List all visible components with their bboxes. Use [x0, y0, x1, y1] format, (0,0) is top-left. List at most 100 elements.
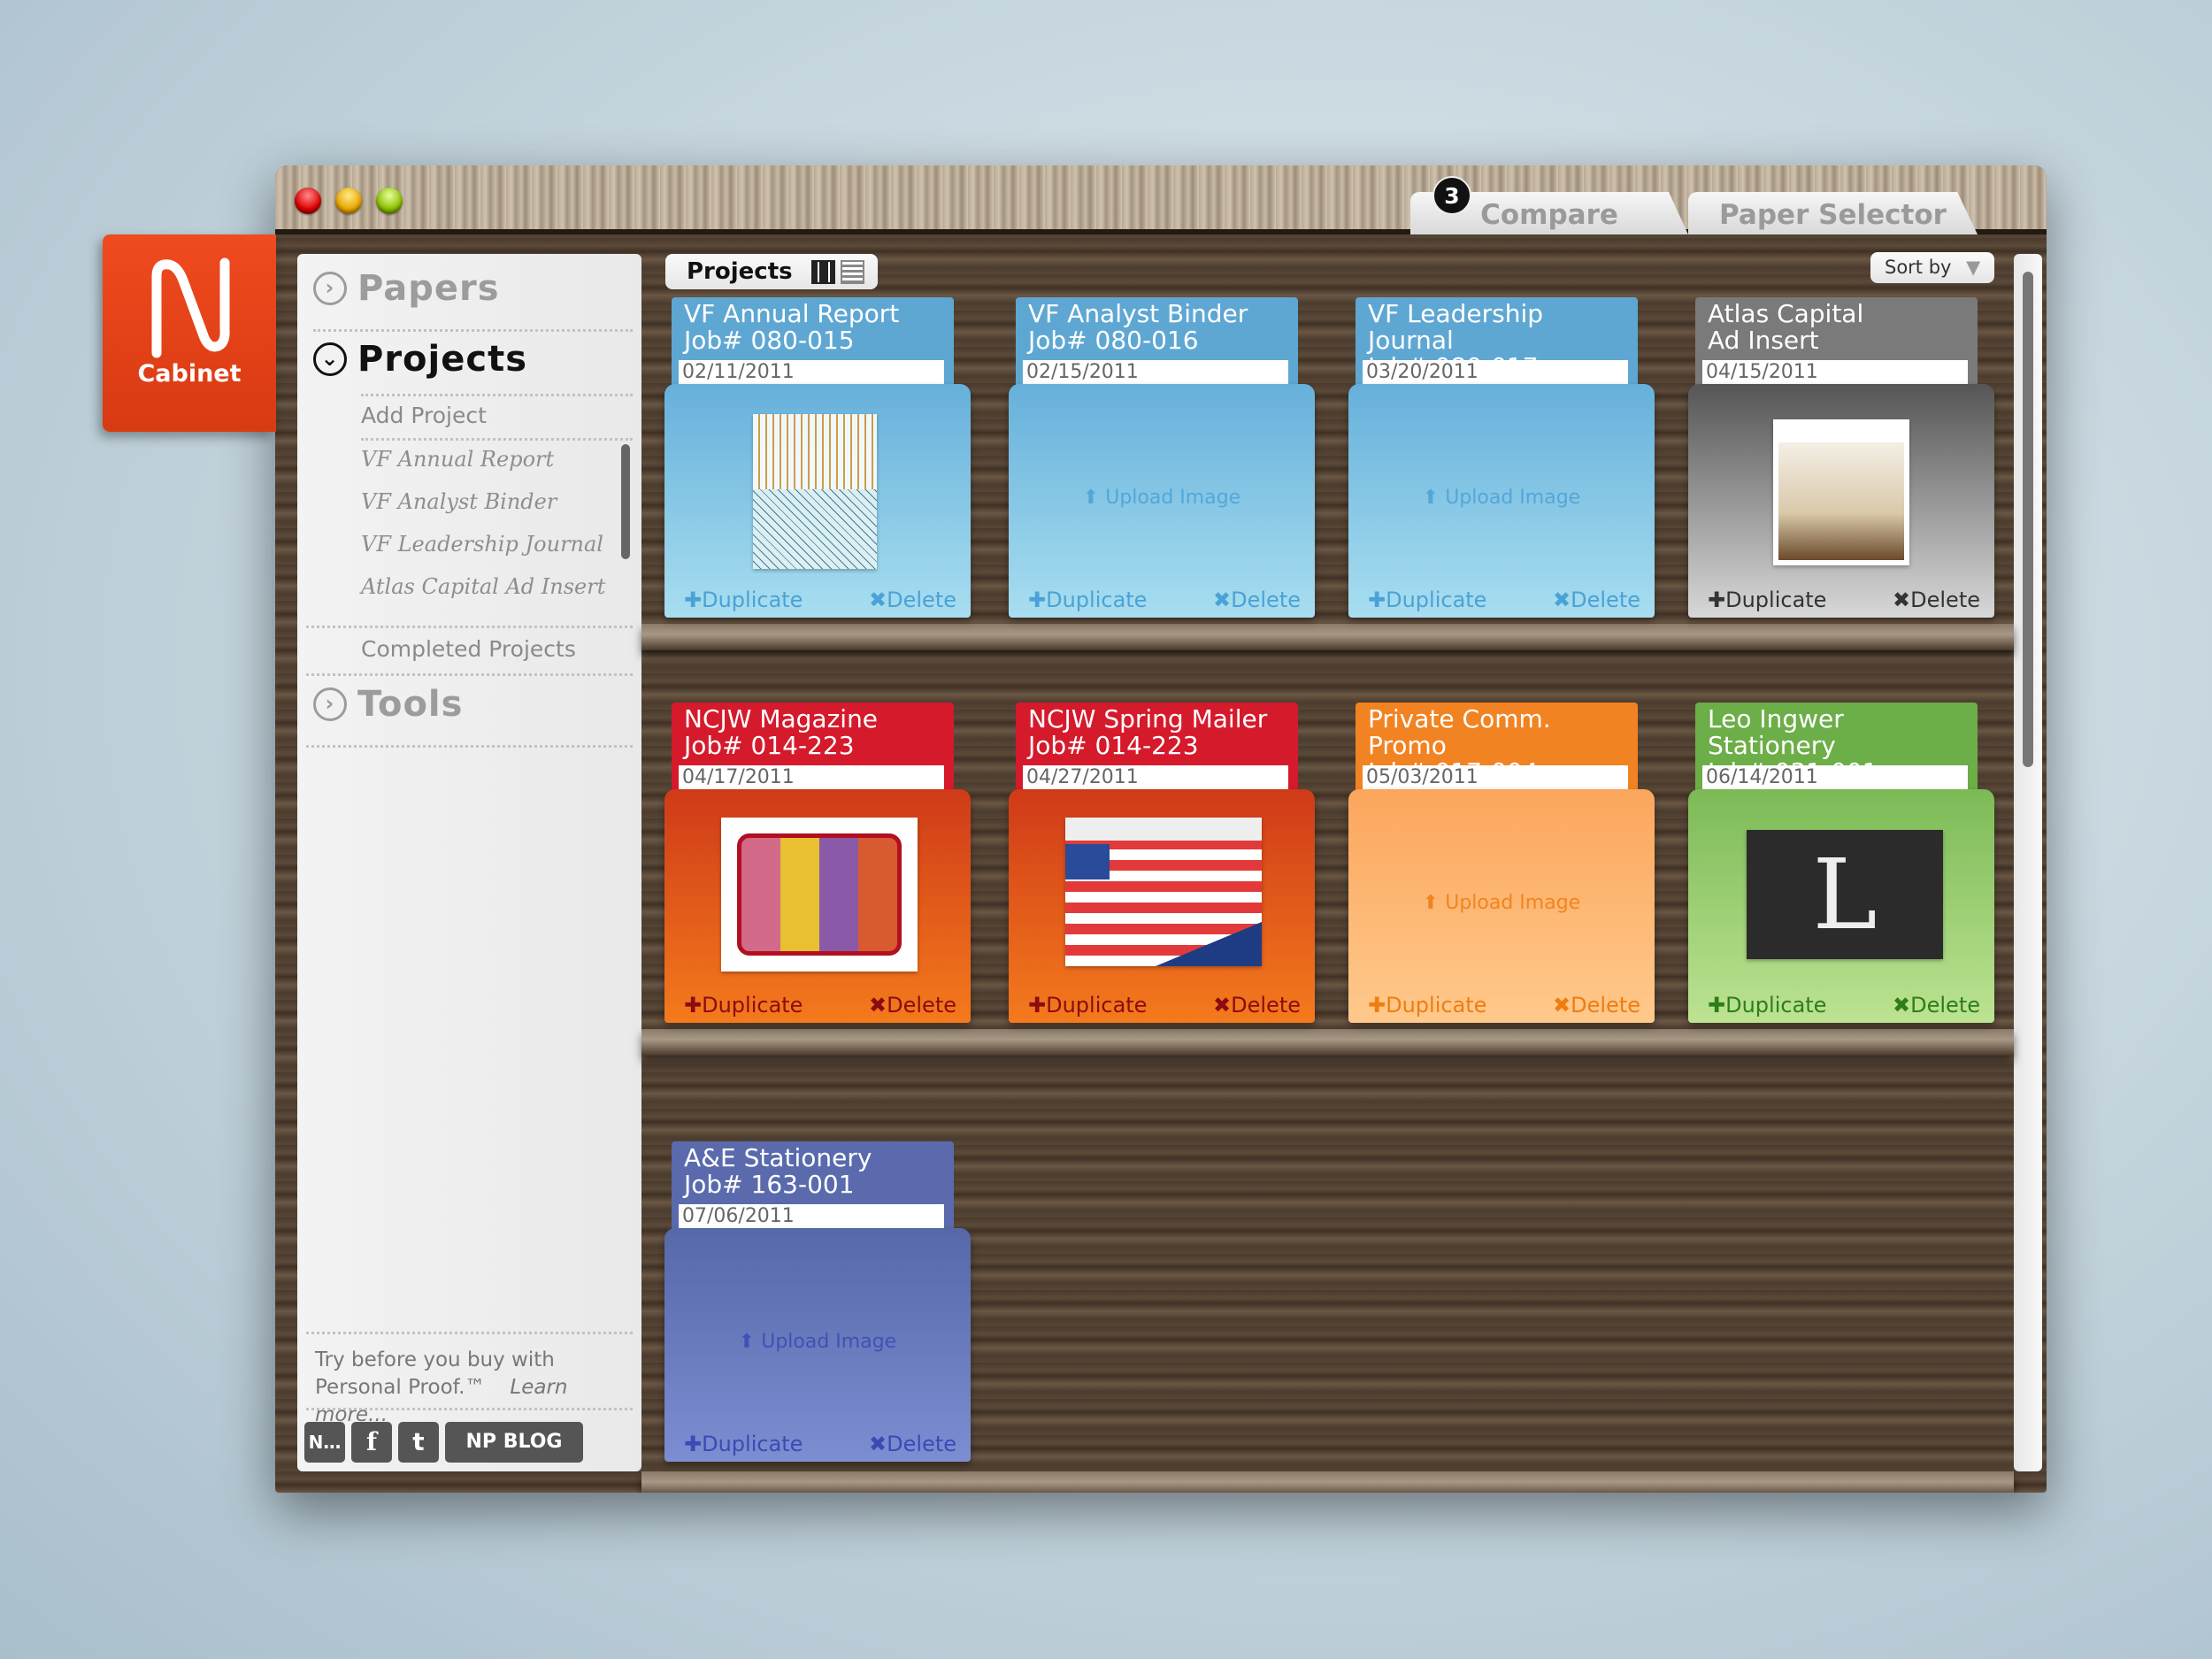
delete-button[interactable]: ✖Delete — [869, 1432, 956, 1456]
minimize-button[interactable] — [335, 188, 362, 214]
grid-view-icon[interactable] — [811, 260, 835, 284]
sidebar-project-item[interactable]: VF Leadership Journal — [361, 532, 603, 557]
duplicate-button[interactable]: ✚Duplicate — [1708, 588, 1826, 612]
sidebar-projects-label: Projects — [357, 339, 528, 380]
personal-proof-promo: Try before you buy with Personal Proof.™… — [315, 1347, 641, 1429]
duplicate-button[interactable]: ✚Duplicate — [684, 588, 803, 612]
delete-button[interactable]: ✖Delete — [869, 993, 956, 1018]
duplicate-button[interactable]: ✚Duplicate — [1028, 588, 1147, 612]
tab-paper-selector[interactable]: Paper Selector — [1688, 192, 1978, 234]
view-title-label: Projects — [687, 258, 793, 285]
upload-image-button[interactable]: ⬆ Upload Image — [1009, 487, 1315, 509]
delete-button[interactable]: ✖Delete — [869, 588, 956, 612]
card-folder: ✚Duplicate ✖Delete — [1688, 384, 1994, 618]
app-window: 3 Compare Paper Selector › Papers ⌄ Projec… — [275, 165, 2047, 1493]
upload-image-button[interactable]: ⬆ Upload Image — [1348, 487, 1655, 509]
delete-label: Delete — [887, 588, 956, 612]
delete-button[interactable]: ✖Delete — [1553, 993, 1640, 1018]
np-chat-icon[interactable]: N… — [304, 1422, 345, 1463]
sidebar-tools[interactable]: › Tools — [313, 684, 463, 725]
card-title: VF Annual Report — [684, 299, 900, 328]
divider — [306, 745, 633, 748]
list-view-icon[interactable] — [841, 260, 864, 284]
main-scrollbar[interactable] — [2014, 254, 2042, 1471]
card-folder: ⬆ Upload Image ✚Duplicate ✖Delete — [1009, 384, 1315, 618]
zoom-button[interactable] — [376, 188, 403, 214]
delete-label: Delete — [887, 1432, 956, 1456]
plus-icon: ✚ — [1028, 588, 1047, 612]
project-card[interactable]: VF Analyst Binder Job# 080-016 02/15/201… — [1009, 297, 1315, 649]
facebook-icon[interactable]: f — [351, 1422, 392, 1463]
completed-projects-link[interactable]: Completed Projects — [361, 636, 576, 662]
card-folder: ⬆ Upload Image ✚Duplicate ✖Delete — [1348, 789, 1655, 1023]
twitter-icon[interactable]: t — [398, 1422, 439, 1463]
add-project-link[interactable]: Add Project — [361, 403, 487, 428]
card-thumbnail[interactable] — [1065, 818, 1262, 966]
x-icon: ✖ — [1553, 993, 1571, 1018]
card-title: Private Comm. Promo — [1368, 704, 1551, 760]
upload-image-label: Upload Image — [761, 1331, 897, 1353]
upload-image-button[interactable]: ⬆ Upload Image — [1348, 892, 1655, 914]
duplicate-label: Duplicate — [1386, 993, 1487, 1018]
delete-button[interactable]: ✖Delete — [1893, 588, 1980, 612]
duplicate-label: Duplicate — [1725, 588, 1827, 612]
x-icon: ✖ — [869, 588, 887, 612]
card-title: VF Leadership Journal — [1368, 299, 1544, 355]
card-thumbnail[interactable]: L — [1747, 830, 1943, 959]
delete-button[interactable]: ✖Delete — [1213, 993, 1301, 1018]
duplicate-label: Duplicate — [1725, 993, 1827, 1018]
title-bar: 3 Compare Paper Selector — [275, 165, 2047, 234]
project-card[interactable]: A&E Stationery Job# 163-001 07/06/2011 ⬆… — [664, 1141, 971, 1493]
np-blog-button[interactable]: NP BLOG — [445, 1422, 583, 1463]
sidebar-project-item[interactable]: Atlas Capital Ad Insert — [361, 574, 605, 599]
project-card[interactable]: Private Comm. Promo Job# 017-004 05/03/2… — [1348, 703, 1655, 1055]
upload-image-button[interactable]: ⬆ Upload Image — [664, 1331, 971, 1353]
delete-button[interactable]: ✖Delete — [1893, 993, 1980, 1018]
promo-text: Try before you buy with — [315, 1348, 555, 1371]
project-card[interactable]: Leo Ingwer Stationery Job# 031-001 06/14… — [1688, 703, 1994, 1055]
card-title: NCJW Magazine — [684, 704, 879, 733]
project-card[interactable]: VF Leadership Journal Job# 080-017 03/20… — [1348, 297, 1655, 649]
sidebar-project-item[interactable]: VF Analyst Binder — [361, 489, 557, 514]
card-folder: ⬆ Upload Image ✚Duplicate ✖Delete — [664, 1228, 971, 1462]
duplicate-button[interactable]: ✚Duplicate — [1368, 993, 1486, 1018]
sidebar: › Papers ⌄ Projects Add Project VF Annual … — [297, 254, 641, 1471]
delete-button[interactable]: ✖Delete — [1213, 588, 1301, 612]
scrollbar-thumb[interactable] — [2023, 272, 2033, 767]
plus-icon: ✚ — [1708, 588, 1726, 612]
duplicate-button[interactable]: ✚Duplicate — [1368, 588, 1486, 612]
card-thumbnail[interactable] — [1773, 419, 1909, 565]
duplicate-button[interactable]: ✚Duplicate — [1708, 993, 1826, 1018]
plus-icon: ✚ — [1028, 993, 1047, 1018]
sidebar-scrollbar[interactable] — [621, 444, 630, 559]
project-card[interactable]: NCJW Spring Mailer Job# 014-223 04/27/20… — [1009, 703, 1315, 1055]
sidebar-papers[interactable]: › Papers — [313, 268, 500, 309]
project-card[interactable]: NCJW Magazine Job# 014-223 04/17/2011 ✚D… — [664, 703, 971, 1055]
card-thumbnail[interactable] — [753, 414, 877, 569]
card-folder: ⬆ Upload Image ✚Duplicate ✖Delete — [1348, 384, 1655, 618]
delete-button[interactable]: ✖Delete — [1553, 588, 1640, 612]
sidebar-projects[interactable]: ⌄ Projects — [313, 339, 527, 380]
sort-by-dropdown[interactable]: Sort by ▼ — [1870, 252, 1994, 283]
duplicate-label: Duplicate — [1046, 993, 1148, 1018]
delete-label: Delete — [1910, 993, 1980, 1018]
card-title: Atlas Capital — [1708, 299, 1864, 328]
card-thumbnail[interactable] — [721, 818, 918, 972]
divider — [306, 673, 633, 676]
divider — [361, 394, 633, 396]
card-date: 04/15/2011 — [1702, 360, 1968, 384]
divider — [306, 1332, 633, 1334]
upload-image-label: Upload Image — [1445, 487, 1581, 509]
duplicate-button[interactable]: ✚Duplicate — [684, 993, 803, 1018]
card-date: 07/06/2011 — [679, 1204, 944, 1228]
project-card[interactable]: Atlas Capital Ad Insert 04/15/2011 ✚Dupl… — [1688, 297, 1994, 649]
project-card[interactable]: VF Annual Report Job# 080-015 02/11/2011… — [664, 297, 971, 649]
plus-icon: ✚ — [684, 588, 703, 612]
close-button[interactable] — [295, 188, 321, 214]
sidebar-project-item[interactable]: VF Annual Report — [361, 447, 554, 472]
duplicate-button[interactable]: ✚Duplicate — [1028, 993, 1147, 1018]
divider — [306, 626, 633, 628]
chevron-right-icon: › — [313, 272, 347, 305]
duplicate-button[interactable]: ✚Duplicate — [684, 1432, 803, 1456]
card-title: Leo Ingwer Stationery — [1708, 704, 1844, 760]
